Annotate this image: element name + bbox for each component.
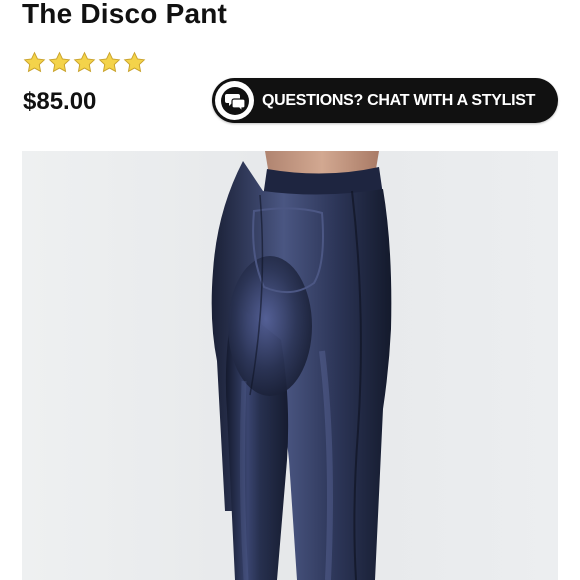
product-photo[interactable]: [22, 151, 558, 580]
chat-bubbles-icon: [215, 81, 254, 120]
product-title: The Disco Pant: [22, 0, 228, 29]
product-page: The Disco Pant $85.00 QUESTIONS? CHAT WI…: [0, 0, 580, 580]
star-rating[interactable]: [23, 51, 146, 79]
star-icon: [23, 51, 46, 73]
chat-button-label: QUESTIONS? CHAT WITH A STYLIST: [262, 92, 536, 109]
chat-with-stylist-button[interactable]: QUESTIONS? CHAT WITH A STYLIST: [212, 78, 558, 123]
pant-illustration: [22, 151, 558, 580]
star-icon: [98, 51, 121, 73]
product-price: $85.00: [23, 88, 97, 115]
star-icon: [48, 51, 71, 73]
star-icon: [73, 51, 96, 73]
star-icon: [123, 51, 146, 73]
